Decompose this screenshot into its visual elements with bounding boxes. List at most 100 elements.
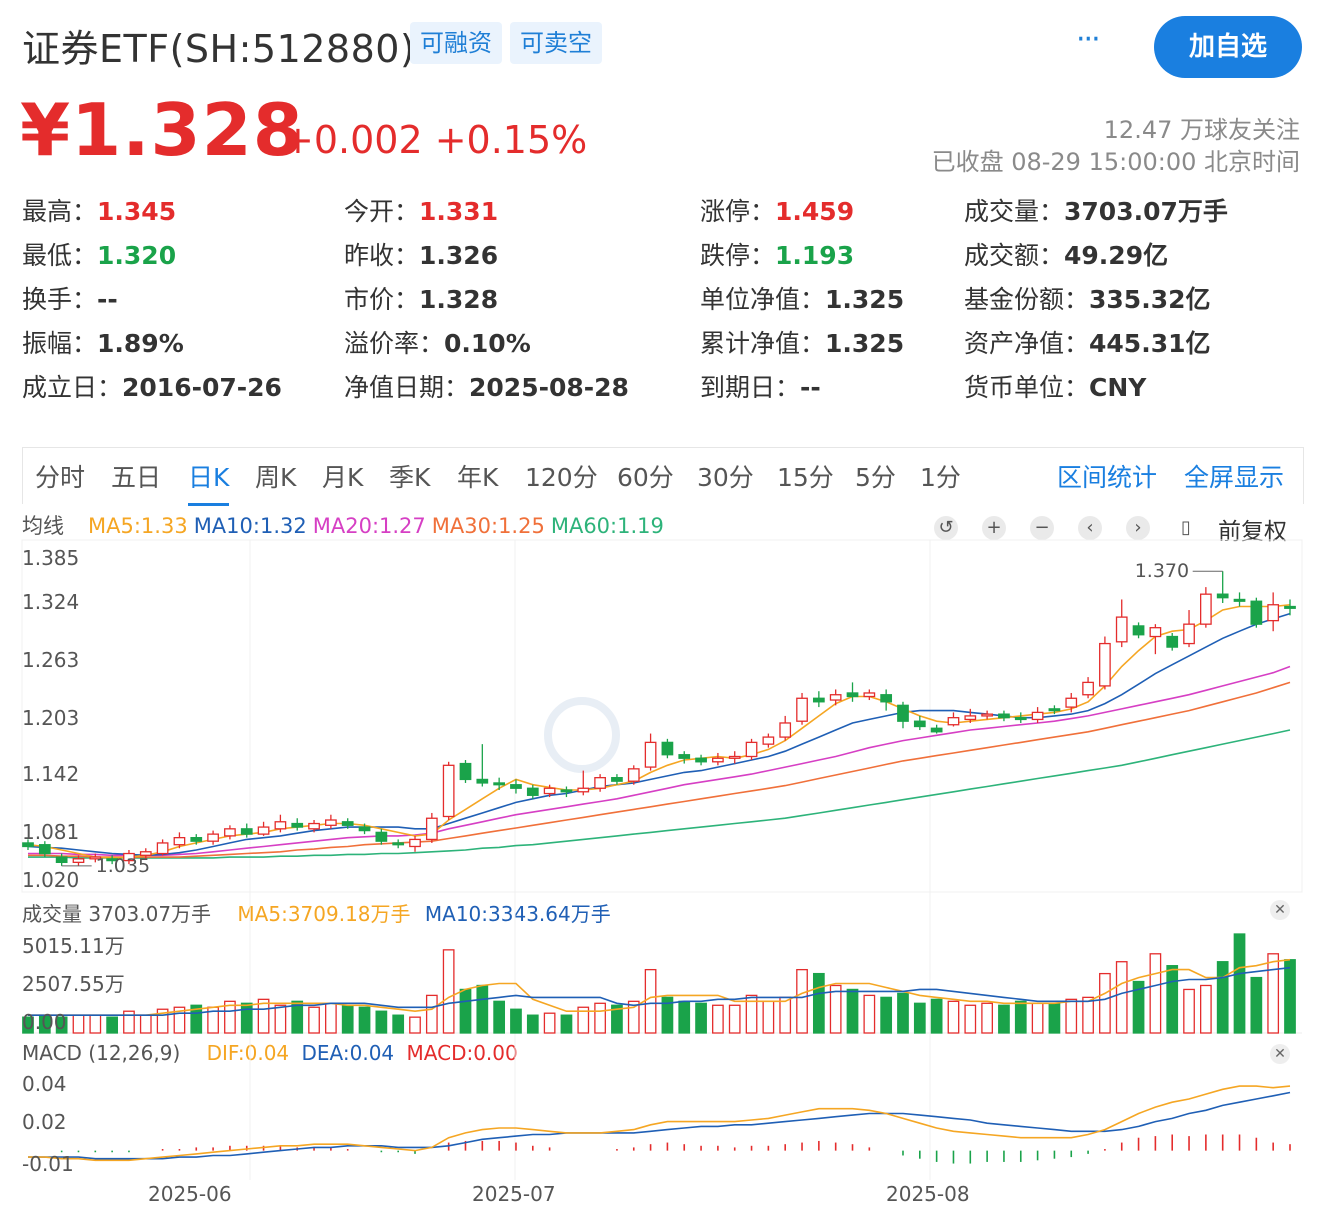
candle-body xyxy=(779,722,792,738)
volume-axis-label: 0.00 xyxy=(22,1010,67,1034)
volume-bar xyxy=(1014,1000,1027,1034)
candle-body xyxy=(476,778,489,784)
candle-body xyxy=(308,822,320,830)
volume-bar xyxy=(274,1004,287,1034)
candle-body xyxy=(257,826,270,835)
candle-body xyxy=(442,764,455,818)
kline-chart[interactable]: 1.370 1.035 xyxy=(0,0,1324,1210)
volume-bar xyxy=(375,1010,388,1034)
candle-body xyxy=(274,821,287,830)
candle-body xyxy=(897,704,909,722)
macd-axis-label: -0.01 xyxy=(22,1152,74,1176)
price-axis-label: 1.263 xyxy=(22,648,80,672)
volume-bar xyxy=(779,996,792,1034)
candle-body xyxy=(341,821,354,826)
candle-body xyxy=(1132,625,1145,636)
candle-body xyxy=(325,819,337,826)
price-axis-label: 1.203 xyxy=(22,706,80,730)
candle-body xyxy=(72,858,85,864)
candle-body xyxy=(796,697,808,722)
candle-body xyxy=(812,697,825,703)
candle-body xyxy=(1031,711,1044,721)
volume-bar xyxy=(1065,998,1078,1034)
candle-body xyxy=(913,720,926,728)
candle-body xyxy=(695,757,707,763)
date-axis-label: 2025-06 xyxy=(148,1182,232,1206)
candle-body xyxy=(1166,635,1179,648)
volume-bar xyxy=(341,1004,354,1034)
volume-bar xyxy=(72,1014,85,1034)
candle-body xyxy=(594,777,606,789)
volume-bar xyxy=(880,996,893,1034)
volume-bar xyxy=(392,1014,405,1034)
volume-bar xyxy=(1250,976,1263,1034)
volume-bar xyxy=(762,1000,775,1034)
volume-bar xyxy=(846,988,859,1034)
candle-body xyxy=(930,727,943,733)
volume-bar xyxy=(1267,953,1280,1034)
low-marker: 1.035 xyxy=(96,855,150,877)
high-marker: 1.370 xyxy=(1135,560,1189,582)
candle-body xyxy=(156,842,169,855)
candle-body xyxy=(291,822,304,828)
volume-bar xyxy=(543,1012,556,1034)
candle-body xyxy=(375,831,388,842)
candle-body xyxy=(1233,598,1246,602)
candle-body xyxy=(240,828,253,835)
candle-body xyxy=(577,787,590,793)
volume-bar xyxy=(695,1002,707,1034)
candle-body xyxy=(880,694,893,703)
volume-bar xyxy=(1115,961,1128,1034)
volume-bar xyxy=(678,1000,691,1034)
volume-bar xyxy=(1233,933,1246,1034)
candle-body xyxy=(1250,600,1263,625)
candle-body xyxy=(190,837,203,842)
volume-bar xyxy=(644,968,657,1034)
volume-bar xyxy=(728,1004,741,1034)
date-axis-label: 2025-07 xyxy=(472,1182,556,1206)
candle-body xyxy=(998,713,1010,719)
candle-body xyxy=(207,833,219,842)
volume-bar xyxy=(594,1002,606,1034)
volume-bar xyxy=(796,968,808,1034)
volume-bar xyxy=(139,1014,152,1034)
candle-body xyxy=(1149,627,1162,638)
volume-bar xyxy=(964,1004,977,1034)
candle-body xyxy=(1065,697,1078,708)
candle-body xyxy=(358,826,371,832)
macd-axis-label: 0.02 xyxy=(22,1110,67,1134)
volume-bar xyxy=(1099,972,1111,1034)
volume-axis-label: 5015.11万 xyxy=(22,934,125,958)
dif-line xyxy=(28,1085,1291,1162)
volume-bar xyxy=(1216,961,1229,1034)
candle-body xyxy=(1200,593,1212,625)
candle-body xyxy=(947,717,960,726)
watermark-logo xyxy=(544,697,620,773)
volume-bar xyxy=(998,1004,1010,1034)
macd-axis-label: 0.04 xyxy=(22,1072,67,1096)
candle-body xyxy=(762,736,775,745)
candle-body xyxy=(981,713,993,717)
candle-body xyxy=(829,694,842,701)
volume-bar xyxy=(1183,988,1195,1034)
volume-bar xyxy=(442,949,455,1034)
dea-line xyxy=(28,1091,1291,1160)
volume-bar xyxy=(409,1016,421,1034)
candle-body xyxy=(526,787,539,796)
ma20-line xyxy=(28,665,1291,857)
candle-body xyxy=(55,856,68,864)
candle-body xyxy=(745,741,758,758)
candle-body xyxy=(392,842,405,846)
volume-bar xyxy=(526,1014,539,1034)
volume-bar xyxy=(560,1014,573,1034)
volume-bar xyxy=(863,994,876,1034)
volume-bar xyxy=(476,984,489,1034)
volume-bar xyxy=(358,1006,371,1034)
candle-body xyxy=(661,741,674,756)
candle-body xyxy=(510,784,522,789)
volume-bar xyxy=(459,988,472,1034)
candle-body xyxy=(1048,708,1061,712)
candle-body xyxy=(1183,623,1195,645)
volume-bar xyxy=(493,1000,506,1034)
volume-axis-label: 2507.55万 xyxy=(22,972,125,996)
